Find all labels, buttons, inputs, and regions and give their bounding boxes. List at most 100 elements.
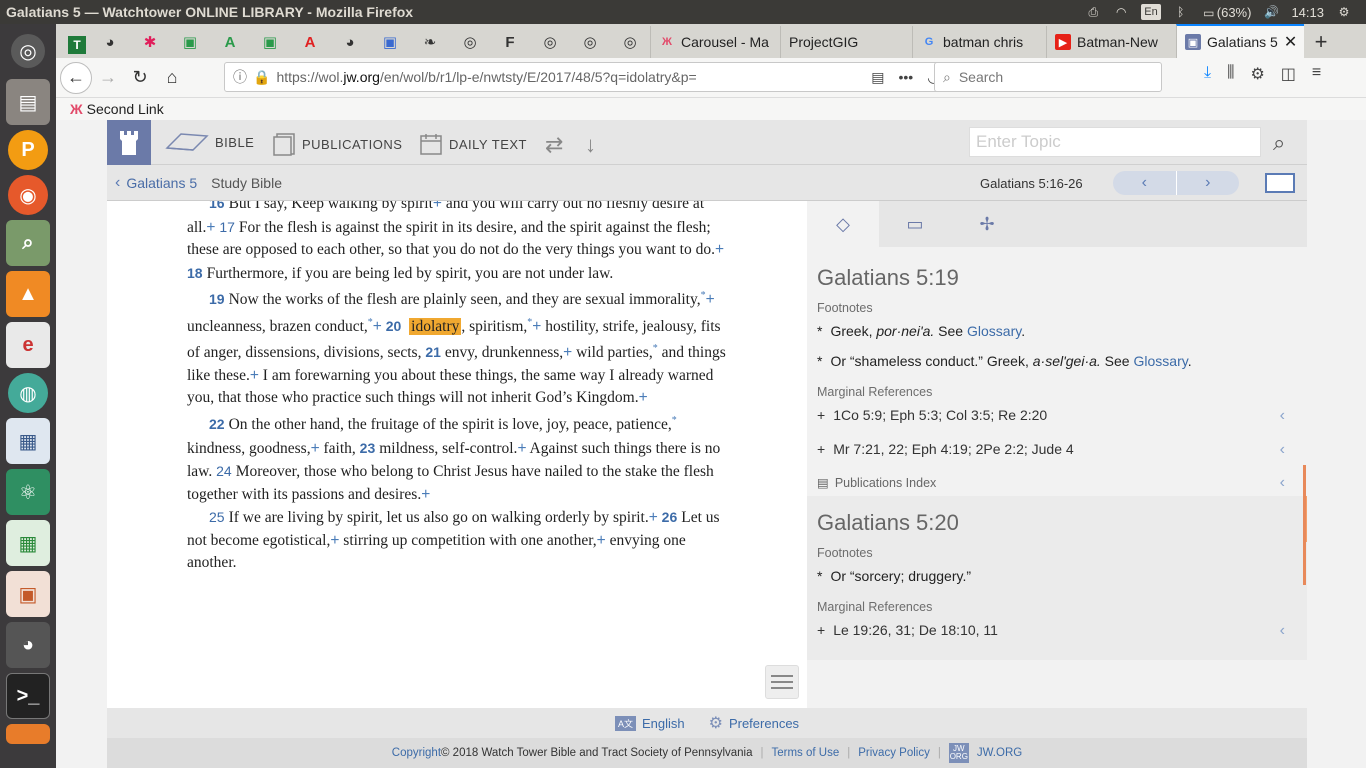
terms-link[interactable]: Terms of Use xyxy=(772,747,840,759)
marginal-ref-marker[interactable]: + xyxy=(532,318,541,335)
chevron-left-icon[interactable]: ‹ xyxy=(1280,407,1285,425)
marginal-ref-marker[interactable]: + xyxy=(517,440,526,457)
bookmark-second-link[interactable]: Second Link xyxy=(87,101,164,117)
impress-icon[interactable]: ▣ xyxy=(6,571,50,617)
chevron-left-icon[interactable]: ‹ xyxy=(1280,441,1285,459)
pinned-tab-evernote-2[interactable]: ▣ xyxy=(250,26,290,58)
gimp-icon[interactable]: ◕ xyxy=(6,622,50,668)
library-icon[interactable]: ⫼ xyxy=(1227,64,1234,84)
verse-number[interactable]: 24 xyxy=(216,463,232,479)
forward-button[interactable]: → xyxy=(92,62,124,94)
marginal-reference[interactable]: + 1Co 5:9; Eph 5:3; Col 3:5; Re 2:20 ‹ xyxy=(817,407,1297,425)
jw-logo[interactable]: JW ORG xyxy=(948,743,969,763)
marginal-ref-marker[interactable]: + xyxy=(433,201,442,212)
jw-org-link[interactable]: JW.ORG xyxy=(977,747,1022,759)
marginal-ref-marker[interactable]: + xyxy=(206,219,215,236)
preferences-link[interactable]: ⚙ Preferences xyxy=(709,713,799,733)
verse-number[interactable]: 18 xyxy=(187,265,203,281)
verse-number[interactable]: 22 xyxy=(209,416,225,432)
terminal-icon[interactable]: >_ xyxy=(6,673,50,719)
battery-indicator[interactable]: ▭ (63%) xyxy=(1201,5,1251,20)
verse-number[interactable]: 20 xyxy=(386,318,402,334)
pinned-tab-github[interactable]: ◕ xyxy=(90,26,130,58)
clock[interactable]: 14:13 xyxy=(1291,5,1324,20)
keyboard-language[interactable]: En xyxy=(1141,4,1161,20)
bluetooth-icon[interactable]: ᛒ xyxy=(1173,5,1189,19)
marginal-ref-marker[interactable]: + xyxy=(649,509,658,526)
marginal-ref-marker[interactable]: + xyxy=(250,367,259,384)
printer-icon[interactable]: ⎙ xyxy=(1085,5,1101,19)
sync-arrows-icon[interactable]: ⇄ xyxy=(545,132,564,158)
nav-daily-text[interactable]: DAILY TEXT xyxy=(419,132,527,156)
vlc-icon[interactable]: ▲ xyxy=(6,271,50,317)
tab-projectgig[interactable]: ProjectGIG xyxy=(780,26,912,58)
marginal-ref-marker[interactable]: + xyxy=(706,291,715,308)
verse-number[interactable]: 23 xyxy=(360,440,376,456)
document-icon[interactable]: e xyxy=(6,322,50,368)
search-input[interactable]: ⌕ Search xyxy=(934,62,1162,92)
marginal-ref-marker[interactable]: + xyxy=(563,344,572,361)
files-icon[interactable]: ▤ xyxy=(6,79,50,125)
tab-google-batman[interactable]: G batman chris xyxy=(912,26,1046,58)
tab-research-guide[interactable]: ▭ xyxy=(879,201,951,247)
wifi-icon[interactable]: ◠ xyxy=(1113,5,1129,19)
nav-publications[interactable]: PUBLICATIONS xyxy=(272,132,402,156)
copyright-link[interactable]: Copyright xyxy=(392,747,441,759)
pinned-tab-globe-2[interactable]: ◎ xyxy=(530,26,570,58)
tab-galatians[interactable]: ▣ Galatians 5 ✕ xyxy=(1176,24,1304,58)
back-button[interactable]: ← xyxy=(60,61,92,94)
firefox-icon[interactable]: ◉ xyxy=(8,175,48,215)
glossary-link[interactable]: Glossary xyxy=(1134,353,1188,369)
marginal-reference[interactable]: + Mr 7:21, 22; Eph 4:19; 2Pe 2:2; Jude 4… xyxy=(817,441,1297,459)
download-arrow-icon[interactable]: ↓ xyxy=(585,132,597,158)
tab-study-notes[interactable]: ◇ xyxy=(807,201,879,247)
previous-button[interactable]: ‹ xyxy=(1113,171,1176,195)
gear-icon[interactable]: ⚙ xyxy=(1336,5,1352,19)
ubuntu-dash-icon[interactable]: ◎ xyxy=(11,34,45,68)
search-icon[interactable]: ⌕ xyxy=(1273,130,1285,156)
volume-icon[interactable]: 🔊 xyxy=(1263,5,1279,19)
panel-toggle-button[interactable] xyxy=(1265,173,1295,193)
sidebar-icon[interactable]: ◫ xyxy=(1281,64,1296,84)
new-tab-button[interactable]: + xyxy=(1304,26,1338,58)
library-home-button[interactable] xyxy=(107,120,151,165)
pinned-tab-globe-1[interactable]: ◎ xyxy=(450,26,490,58)
pinned-tab-trello[interactable]: T xyxy=(68,36,86,54)
image-viewer-icon[interactable]: ⌕ xyxy=(6,220,50,266)
scroll-indicator[interactable] xyxy=(1303,465,1306,585)
pinned-tab-evernote[interactable]: ▣ xyxy=(170,26,210,58)
reader-menu-button[interactable] xyxy=(765,665,799,699)
extension-icon[interactable]: ⚙ xyxy=(1250,64,1264,84)
footnote-marker[interactable]: * xyxy=(672,415,677,426)
reload-button[interactable]: ↻ xyxy=(124,62,156,94)
hamburger-menu-icon[interactable]: ≡ xyxy=(1312,64,1321,84)
verse-number[interactable]: 26 xyxy=(662,509,678,525)
chevron-left-icon[interactable]: ‹ xyxy=(1280,622,1285,640)
chrome-icon[interactable]: ◍ xyxy=(8,373,48,413)
nav-bible[interactable]: BIBLE xyxy=(165,132,254,152)
pinned-tab-feather[interactable]: ❧ xyxy=(410,26,450,58)
privacy-link[interactable]: Privacy Policy xyxy=(858,747,930,759)
verse-number[interactable]: 19 xyxy=(209,291,225,307)
publications-index[interactable]: ▤ Publications Index ‹ xyxy=(817,474,1297,491)
page-actions-icon[interactable]: ••• xyxy=(899,69,914,86)
pinned-tab-adobe[interactable]: A xyxy=(290,26,330,58)
store-icon[interactable] xyxy=(6,724,50,744)
marginal-ref-marker[interactable]: + xyxy=(597,532,606,549)
tab-youtube-batman[interactable]: ▶ Batman-New xyxy=(1046,26,1176,58)
pinned-tab-app-a[interactable]: A xyxy=(210,26,250,58)
marginal-ref-marker[interactable]: + xyxy=(311,440,320,457)
marginal-ref-marker[interactable]: + xyxy=(421,486,430,503)
marginal-ref-marker[interactable]: + xyxy=(373,318,382,335)
verse-number[interactable]: 21 xyxy=(425,344,441,360)
download-icon[interactable]: ⤓ xyxy=(1204,64,1211,84)
language-selector[interactable]: A文 English xyxy=(614,715,685,731)
pinned-tab-globe-3[interactable]: ◎ xyxy=(570,26,610,58)
tab-carousel[interactable]: Ж Carousel - Ma xyxy=(650,26,780,58)
url-text[interactable]: https://wol.jw.org/en/wol/b/r1/lp-e/nwts… xyxy=(276,69,796,85)
pinned-tab-f[interactable]: F xyxy=(490,26,530,58)
verse-number[interactable]: 17 xyxy=(219,219,235,235)
marginal-ref-marker[interactable]: + xyxy=(639,389,648,406)
marginal-reference[interactable]: + Le 19:26, 31; De 18:10, 11 ‹ xyxy=(817,622,1297,640)
pinned-tab-slack[interactable]: ✱ xyxy=(130,26,170,58)
